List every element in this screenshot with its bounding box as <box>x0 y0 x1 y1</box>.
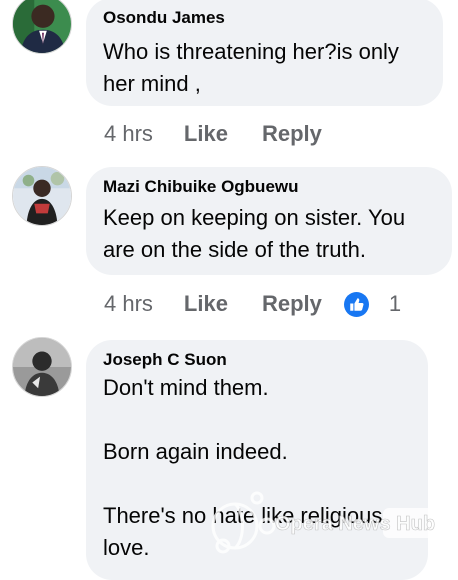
comment-actions: 4 hrs Like Reply <box>104 119 322 149</box>
comment-actions: 4 hrs Like Reply 1 <box>104 289 401 319</box>
like-button[interactable]: Like <box>184 121 228 147</box>
avatar[interactable] <box>12 166 72 226</box>
comment-timestamp[interactable]: 4 hrs <box>104 121 153 147</box>
thumbs-up-icon <box>343 291 369 317</box>
comment-timestamp[interactable]: 4 hrs <box>104 291 153 317</box>
reply-button[interactable]: Reply <box>262 121 322 147</box>
comment-bubble: Osondu James Who is threatening her?is o… <box>86 0 443 106</box>
comment-author[interactable]: Osondu James <box>103 8 425 28</box>
comment-text: Who is threatening her?is only her mind … <box>103 39 406 96</box>
avatar[interactable] <box>12 0 72 54</box>
comment-bubble: Joseph C Suon Don't mind them. Born agai… <box>86 340 428 580</box>
comment-text: Keep on keeping on sister. You are on th… <box>103 205 412 262</box>
comment-text: Don't mind them. Born again indeed. Ther… <box>103 375 383 560</box>
reply-button[interactable]: Reply <box>262 291 322 317</box>
comment-author[interactable]: Joseph C Suon <box>103 350 410 370</box>
reaction-summary[interactable]: 1 <box>343 291 402 317</box>
avatar[interactable] <box>12 337 72 397</box>
reaction-count: 1 <box>388 291 402 316</box>
like-button[interactable]: Like <box>184 291 228 317</box>
comment-bubble: Mazi Chibuike Ogbuewu Keep on keeping on… <box>86 167 452 275</box>
comment-author[interactable]: Mazi Chibuike Ogbuewu <box>103 177 434 197</box>
